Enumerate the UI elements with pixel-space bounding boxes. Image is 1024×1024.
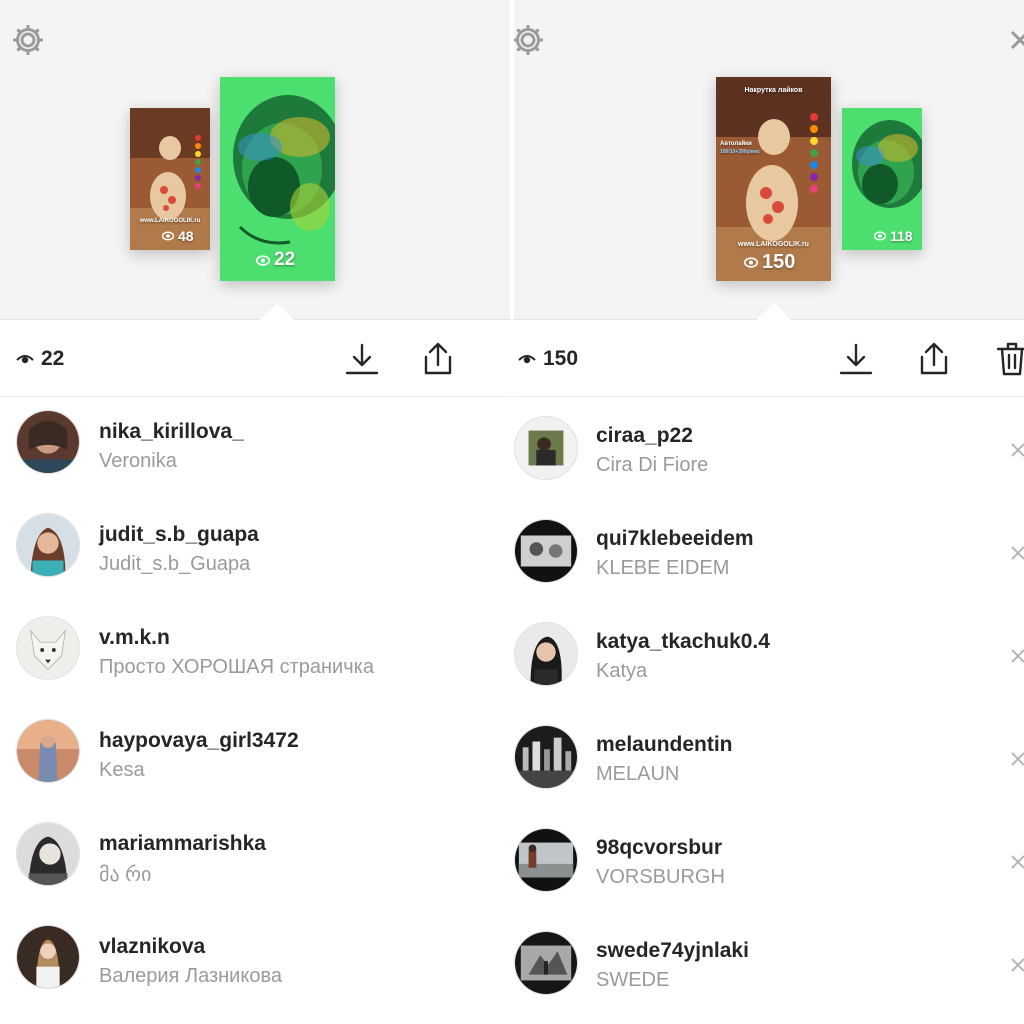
viewer-row[interactable]: haypovaya_girl3472 Kesa bbox=[0, 707, 510, 809]
viewer-row[interactable]: ciraa_p22 Cira Di Fiore bbox=[514, 398, 1024, 500]
viewer-row[interactable]: katya_tkachuk0.4 Katya bbox=[514, 604, 1024, 706]
viewer-fullname: VORSBURGH bbox=[596, 866, 725, 888]
remove-viewer-icon[interactable] bbox=[1008, 440, 1024, 460]
eye-icon bbox=[162, 231, 174, 241]
avatar[interactable] bbox=[514, 622, 578, 686]
eye-icon bbox=[518, 355, 536, 364]
viewer-username[interactable]: vlaznikova bbox=[99, 935, 205, 959]
viewer-username[interactable]: swede74yjnlaki bbox=[596, 939, 749, 963]
selected-story-pointer bbox=[260, 303, 294, 320]
download-icon[interactable] bbox=[342, 339, 382, 379]
story-preview-area: www.LAIKOGOLIK.ru 48 22 bbox=[0, 0, 510, 320]
viewer-fullname: Просто ХОРОШАЯ страничка bbox=[99, 656, 374, 678]
close-icon[interactable] bbox=[1004, 22, 1024, 58]
story-views-badge: 118 bbox=[874, 228, 913, 244]
avatar[interactable] bbox=[16, 925, 80, 989]
viewer-count-value: 22 bbox=[41, 347, 65, 370]
viewer-count: 150 bbox=[518, 347, 578, 371]
viewer-fullname: მა რი bbox=[99, 864, 152, 886]
viewer-username[interactable]: katya_tkachuk0.4 bbox=[596, 630, 770, 654]
download-icon[interactable] bbox=[836, 339, 876, 379]
share-icon[interactable] bbox=[914, 339, 954, 379]
viewer-row[interactable]: mariammarishka მა რი bbox=[0, 810, 510, 912]
story-url-label: www.LAIKOGOLIK.ru bbox=[738, 241, 809, 248]
story-subtitle: Автолайки bbox=[720, 141, 752, 147]
avatar[interactable] bbox=[16, 822, 80, 886]
avatar[interactable] bbox=[514, 828, 578, 892]
story-toolbar: 150 bbox=[514, 321, 1024, 397]
viewer-row[interactable]: swede74yjnlaki SWEDE bbox=[514, 913, 1024, 1015]
story-preview-area: Накрутка лайков Автолайки 100/10+390р/ме… bbox=[514, 0, 1024, 320]
viewer-row[interactable]: 98qcvorsbur VORSBURGH bbox=[514, 810, 1024, 912]
avatar[interactable] bbox=[514, 931, 578, 995]
viewer-count-value: 150 bbox=[543, 347, 579, 370]
story-thumbnail-cat[interactable]: www.LAIKOGOLIK.ru 48 bbox=[130, 108, 210, 250]
story-url-label: www.LAIKOGOLIK.ru bbox=[139, 218, 201, 224]
story-toolbar: 22 bbox=[0, 321, 510, 397]
viewer-username[interactable]: nika_kirillova_ bbox=[99, 420, 244, 444]
viewer-username[interactable]: mariammarishka bbox=[99, 832, 266, 856]
viewer-username[interactable]: v.m.k.n bbox=[99, 626, 170, 650]
story-views-badge: 150 bbox=[744, 251, 795, 274]
viewer-username[interactable]: haypovaya_girl3472 bbox=[99, 729, 299, 753]
story-thumbnail-feather[interactable]: 118 bbox=[842, 108, 922, 250]
eye-icon bbox=[744, 257, 758, 268]
eye-icon bbox=[16, 355, 34, 364]
avatar[interactable] bbox=[16, 616, 80, 680]
viewer-row[interactable]: judit_s.b_guapa Judit_s.b_Guapa bbox=[0, 501, 510, 603]
story-views-badge: 48 bbox=[162, 228, 194, 244]
story-thumbnail-cat[interactable]: Накрутка лайков Автолайки 100/10+390р/ме… bbox=[716, 77, 831, 281]
gear-icon[interactable] bbox=[10, 22, 46, 58]
viewer-fullname: Katya bbox=[596, 660, 648, 682]
avatar[interactable] bbox=[16, 513, 80, 577]
remove-viewer-icon[interactable] bbox=[1008, 543, 1024, 563]
viewer-fullname: Kesa bbox=[99, 759, 145, 781]
viewer-row[interactable]: nika_kirillova_ Veronika bbox=[0, 398, 510, 500]
remove-viewer-icon[interactable] bbox=[1008, 955, 1024, 975]
viewer-fullname: MELAUN bbox=[596, 763, 680, 785]
eye-icon bbox=[874, 231, 886, 241]
viewer-username[interactable]: melaundentin bbox=[596, 733, 733, 757]
trash-icon[interactable] bbox=[992, 339, 1024, 379]
avatar[interactable] bbox=[514, 519, 578, 583]
story-subtitle-price: 100/10+390р/мес bbox=[720, 149, 761, 155]
story-views-count: 150 bbox=[762, 251, 796, 273]
avatar[interactable] bbox=[514, 725, 578, 789]
remove-viewer-icon[interactable] bbox=[1008, 749, 1024, 769]
viewer-fullname: Cira Di Fiore bbox=[596, 454, 709, 476]
story-views-count: 118 bbox=[890, 228, 913, 244]
right-story-panel: Накрутка лайков Автолайки 100/10+390р/ме… bbox=[514, 0, 1024, 1024]
gear-icon[interactable] bbox=[514, 22, 546, 58]
viewer-fullname: KLEBE EIDEM bbox=[596, 557, 730, 579]
remove-viewer-icon[interactable] bbox=[1008, 852, 1024, 872]
story-views-badge: 22 bbox=[256, 249, 295, 271]
viewer-username[interactable]: judit_s.b_guapa bbox=[99, 523, 259, 547]
viewer-row[interactable]: v.m.k.n Просто ХОРОШАЯ страничка bbox=[0, 604, 510, 706]
story-thumbnail-feather[interactable]: 22 bbox=[220, 77, 335, 281]
remove-viewer-icon[interactable] bbox=[1008, 646, 1024, 666]
eye-icon bbox=[256, 254, 270, 266]
viewer-fullname: Judit_s.b_Guapa bbox=[99, 553, 251, 575]
share-icon[interactable] bbox=[418, 339, 458, 379]
left-story-panel: www.LAIKOGOLIK.ru 48 22 22 nika_kirillov… bbox=[0, 0, 510, 1024]
viewer-row[interactable]: melaundentin MELAUN bbox=[514, 707, 1024, 809]
viewer-count: 22 bbox=[16, 347, 64, 371]
viewer-row[interactable]: qui7klebeeidem KLEBE EIDEM bbox=[514, 501, 1024, 603]
viewer-fullname: Валерия Лазникова bbox=[99, 965, 282, 987]
story-views-count: 22 bbox=[274, 249, 296, 270]
viewer-username[interactable]: 98qcvorsbur bbox=[596, 836, 722, 860]
avatar[interactable] bbox=[514, 416, 578, 480]
viewer-fullname: Veronika bbox=[99, 450, 177, 472]
viewer-fullname: SWEDE bbox=[596, 969, 670, 991]
viewer-row[interactable]: vlaznikova Валерия Лазникова bbox=[0, 913, 510, 1015]
viewer-username[interactable]: qui7klebeeidem bbox=[596, 527, 754, 551]
story-title: Накрутка лайков bbox=[744, 87, 803, 94]
story-views-count: 48 bbox=[178, 228, 194, 244]
avatar[interactable] bbox=[16, 719, 80, 783]
avatar[interactable] bbox=[16, 410, 80, 474]
viewer-username[interactable]: ciraa_p22 bbox=[596, 424, 693, 448]
selected-story-pointer bbox=[757, 303, 791, 320]
